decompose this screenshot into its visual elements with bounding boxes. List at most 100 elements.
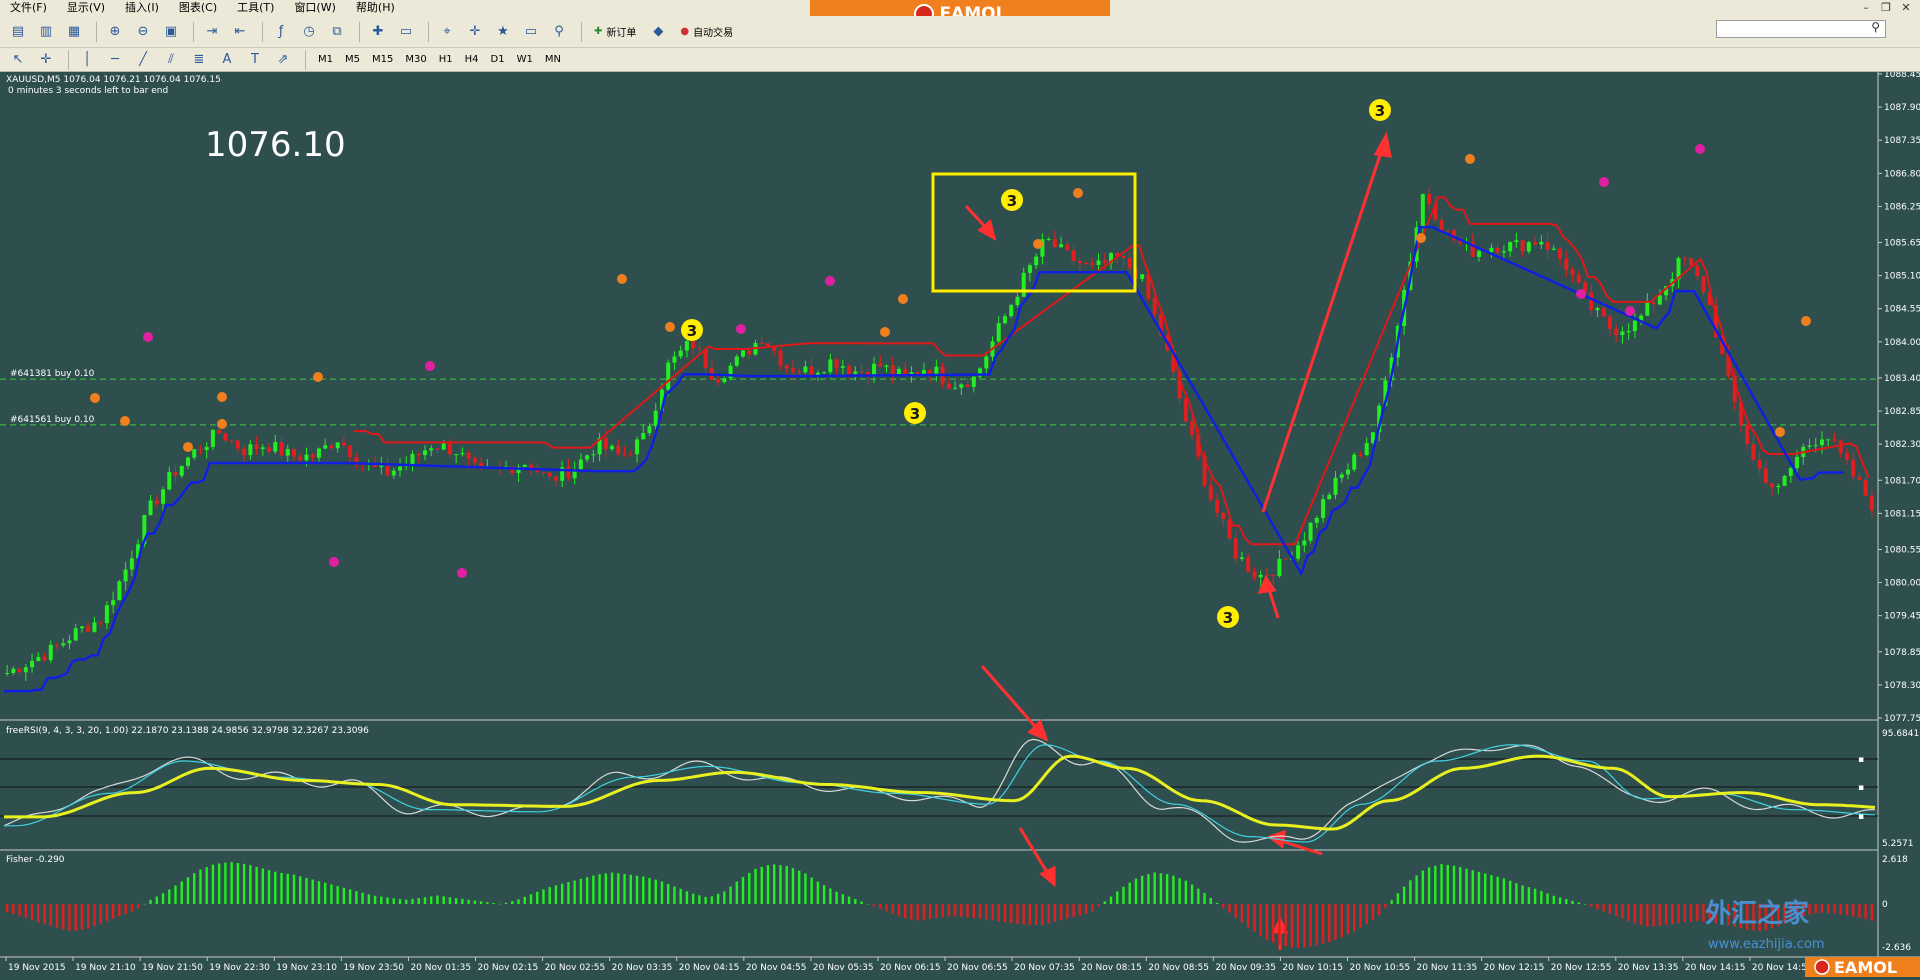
timeframe-h1[interactable]: H1	[433, 51, 459, 69]
rsi-min-tick: 5.2571	[1882, 839, 1914, 849]
signal-dot	[1775, 427, 1785, 437]
fisher-bar-positive	[367, 894, 371, 904]
candle-bear	[435, 448, 440, 450]
crosshair-move-icon[interactable]: ✛	[463, 21, 487, 43]
horizontal-line-icon[interactable]: ─	[103, 49, 127, 71]
fisher-bar-positive	[405, 899, 408, 904]
timeframe-w1[interactable]: W1	[511, 51, 539, 69]
cursor-icon[interactable]: ↖	[6, 49, 30, 71]
candle-bull	[260, 447, 265, 449]
chart-shift-icon[interactable]: ⇥	[200, 21, 224, 43]
menu-tools[interactable]: 工具(T)	[227, 0, 284, 16]
zoom-out-icon[interactable]: ⊖	[131, 21, 155, 43]
search-input[interactable]	[1716, 20, 1886, 38]
menu-file[interactable]: 文件(F)	[0, 0, 57, 16]
menu-charts[interactable]: 图表(C)	[169, 0, 227, 16]
fisher-bar-positive	[523, 896, 526, 904]
toolbar-divider	[359, 21, 360, 42]
fisher-bar-negative	[1621, 904, 1624, 919]
fisher-bar-negative	[1377, 904, 1381, 915]
close-icon[interactable]: ✕	[1896, 0, 1916, 16]
timeframe-h4[interactable]: H4	[459, 51, 485, 69]
candle-bull	[1645, 302, 1650, 316]
fisher-bar-negative	[24, 904, 28, 918]
menu-insert[interactable]: 插入(I)	[115, 0, 169, 16]
fisher-bar-positive	[442, 896, 445, 904]
profiles-icon[interactable]: ▥	[34, 21, 58, 43]
fisher-bar-negative	[941, 904, 944, 918]
timeframe-m30[interactable]: M30	[399, 51, 432, 69]
fisher-bar-positive	[398, 899, 402, 904]
favorites-icon[interactable]: ★	[491, 21, 515, 43]
fisher-bar-negative	[1290, 904, 1294, 948]
new-chart-icon[interactable]: ▤	[6, 21, 30, 43]
candle-bull	[398, 466, 403, 471]
zoom-in-icon[interactable]: ⊕	[103, 21, 127, 43]
price-tick-label: 1081.70	[1884, 476, 1920, 486]
time-tick-label: 19 Nov 22:30	[209, 963, 270, 973]
menu-window[interactable]: 窗口(W)	[284, 0, 345, 16]
menu-view[interactable]: 显示(V)	[57, 0, 115, 16]
fisher-bar-positive	[810, 877, 813, 904]
trendline-icon[interactable]: ╱	[131, 49, 155, 71]
timeframe-m15[interactable]: M15	[366, 51, 399, 69]
candle-bull	[185, 457, 190, 466]
fisher-bar-positive	[255, 866, 258, 904]
fisher-bar-negative	[1833, 904, 1836, 914]
terminal-icon[interactable]: ▭	[519, 21, 543, 43]
new-order-button[interactable]: ✚ 新订单	[588, 22, 642, 42]
window-icon[interactable]: ▭	[394, 21, 418, 43]
auto-trading-button[interactable]: ● 自动交易	[674, 22, 739, 42]
candle-bear	[1221, 512, 1226, 520]
text-icon[interactable]: A	[215, 49, 239, 71]
periods-icon[interactable]: ◷	[297, 21, 321, 43]
chart-window[interactable]: #641381 buy 0.10 #641561 buy 0.10 3 3 3 …	[0, 70, 1920, 977]
fisher-bar-negative	[30, 904, 34, 921]
channel-icon[interactable]: ⫽	[159, 49, 183, 71]
candle-bull	[1826, 439, 1831, 441]
fisher-bar-negative	[1028, 904, 1032, 925]
fisher-bar-positive	[224, 862, 227, 904]
candle-bull	[285, 449, 290, 456]
text-label-icon[interactable]: T	[243, 49, 267, 71]
candle-bull	[1420, 194, 1425, 228]
minimize-icon[interactable]: –	[1856, 0, 1876, 16]
fisher-bar-negative	[1053, 904, 1057, 922]
fisher-bar-positive	[299, 876, 302, 904]
templates-icon[interactable]: ⧉	[325, 21, 349, 43]
search-icon[interactable]: ⚲	[1871, 20, 1880, 34]
candle-bear	[1869, 495, 1874, 511]
candle-bull	[1140, 274, 1145, 279]
market-watch-icon[interactable]: ▦	[62, 21, 86, 43]
timeframe-d1[interactable]: D1	[485, 51, 511, 69]
metaeditor-icon[interactable]: ◆	[646, 21, 670, 43]
navigator-icon[interactable]: ⌖	[435, 21, 459, 43]
fibonacci-icon[interactable]: ≣	[187, 49, 211, 71]
fisher-bar-positive	[411, 898, 414, 904]
indicators-icon[interactable]: ƒ	[269, 21, 293, 43]
fisher-bar-positive	[423, 897, 427, 904]
price-tick-label: 1088.45	[1884, 72, 1920, 80]
restore-icon[interactable]: ❐	[1876, 0, 1896, 16]
candle-bull	[1277, 558, 1282, 577]
candle-bear	[1558, 248, 1563, 259]
time-tick-label: 20 Nov 10:15	[1282, 963, 1343, 973]
timeframe-m5[interactable]: M5	[339, 51, 366, 69]
fisher-bar-negative	[935, 904, 938, 919]
arrows-icon[interactable]: ⇗	[271, 49, 295, 71]
vertical-line-icon[interactable]: │	[75, 49, 99, 71]
timeframe-m1[interactable]: M1	[312, 51, 339, 69]
timeframe-mn[interactable]: MN	[539, 51, 567, 69]
candle-bull	[167, 472, 172, 490]
autoscroll-icon[interactable]: ⇤	[228, 21, 252, 43]
fisher-bar-positive	[673, 886, 676, 904]
tile-windows-icon[interactable]: ▣	[159, 21, 183, 43]
add-icon[interactable]: ✚	[366, 21, 390, 43]
candle-bull	[316, 448, 321, 458]
crosshair-icon[interactable]: ✛	[34, 49, 58, 71]
menu-help[interactable]: 帮助(H)	[346, 0, 405, 16]
fisher-bar-negative	[111, 904, 115, 919]
candle-bull	[204, 446, 209, 451]
tester-icon[interactable]: ⚲	[547, 21, 571, 43]
time-tick-label: 20 Nov 10:55	[1349, 963, 1410, 973]
